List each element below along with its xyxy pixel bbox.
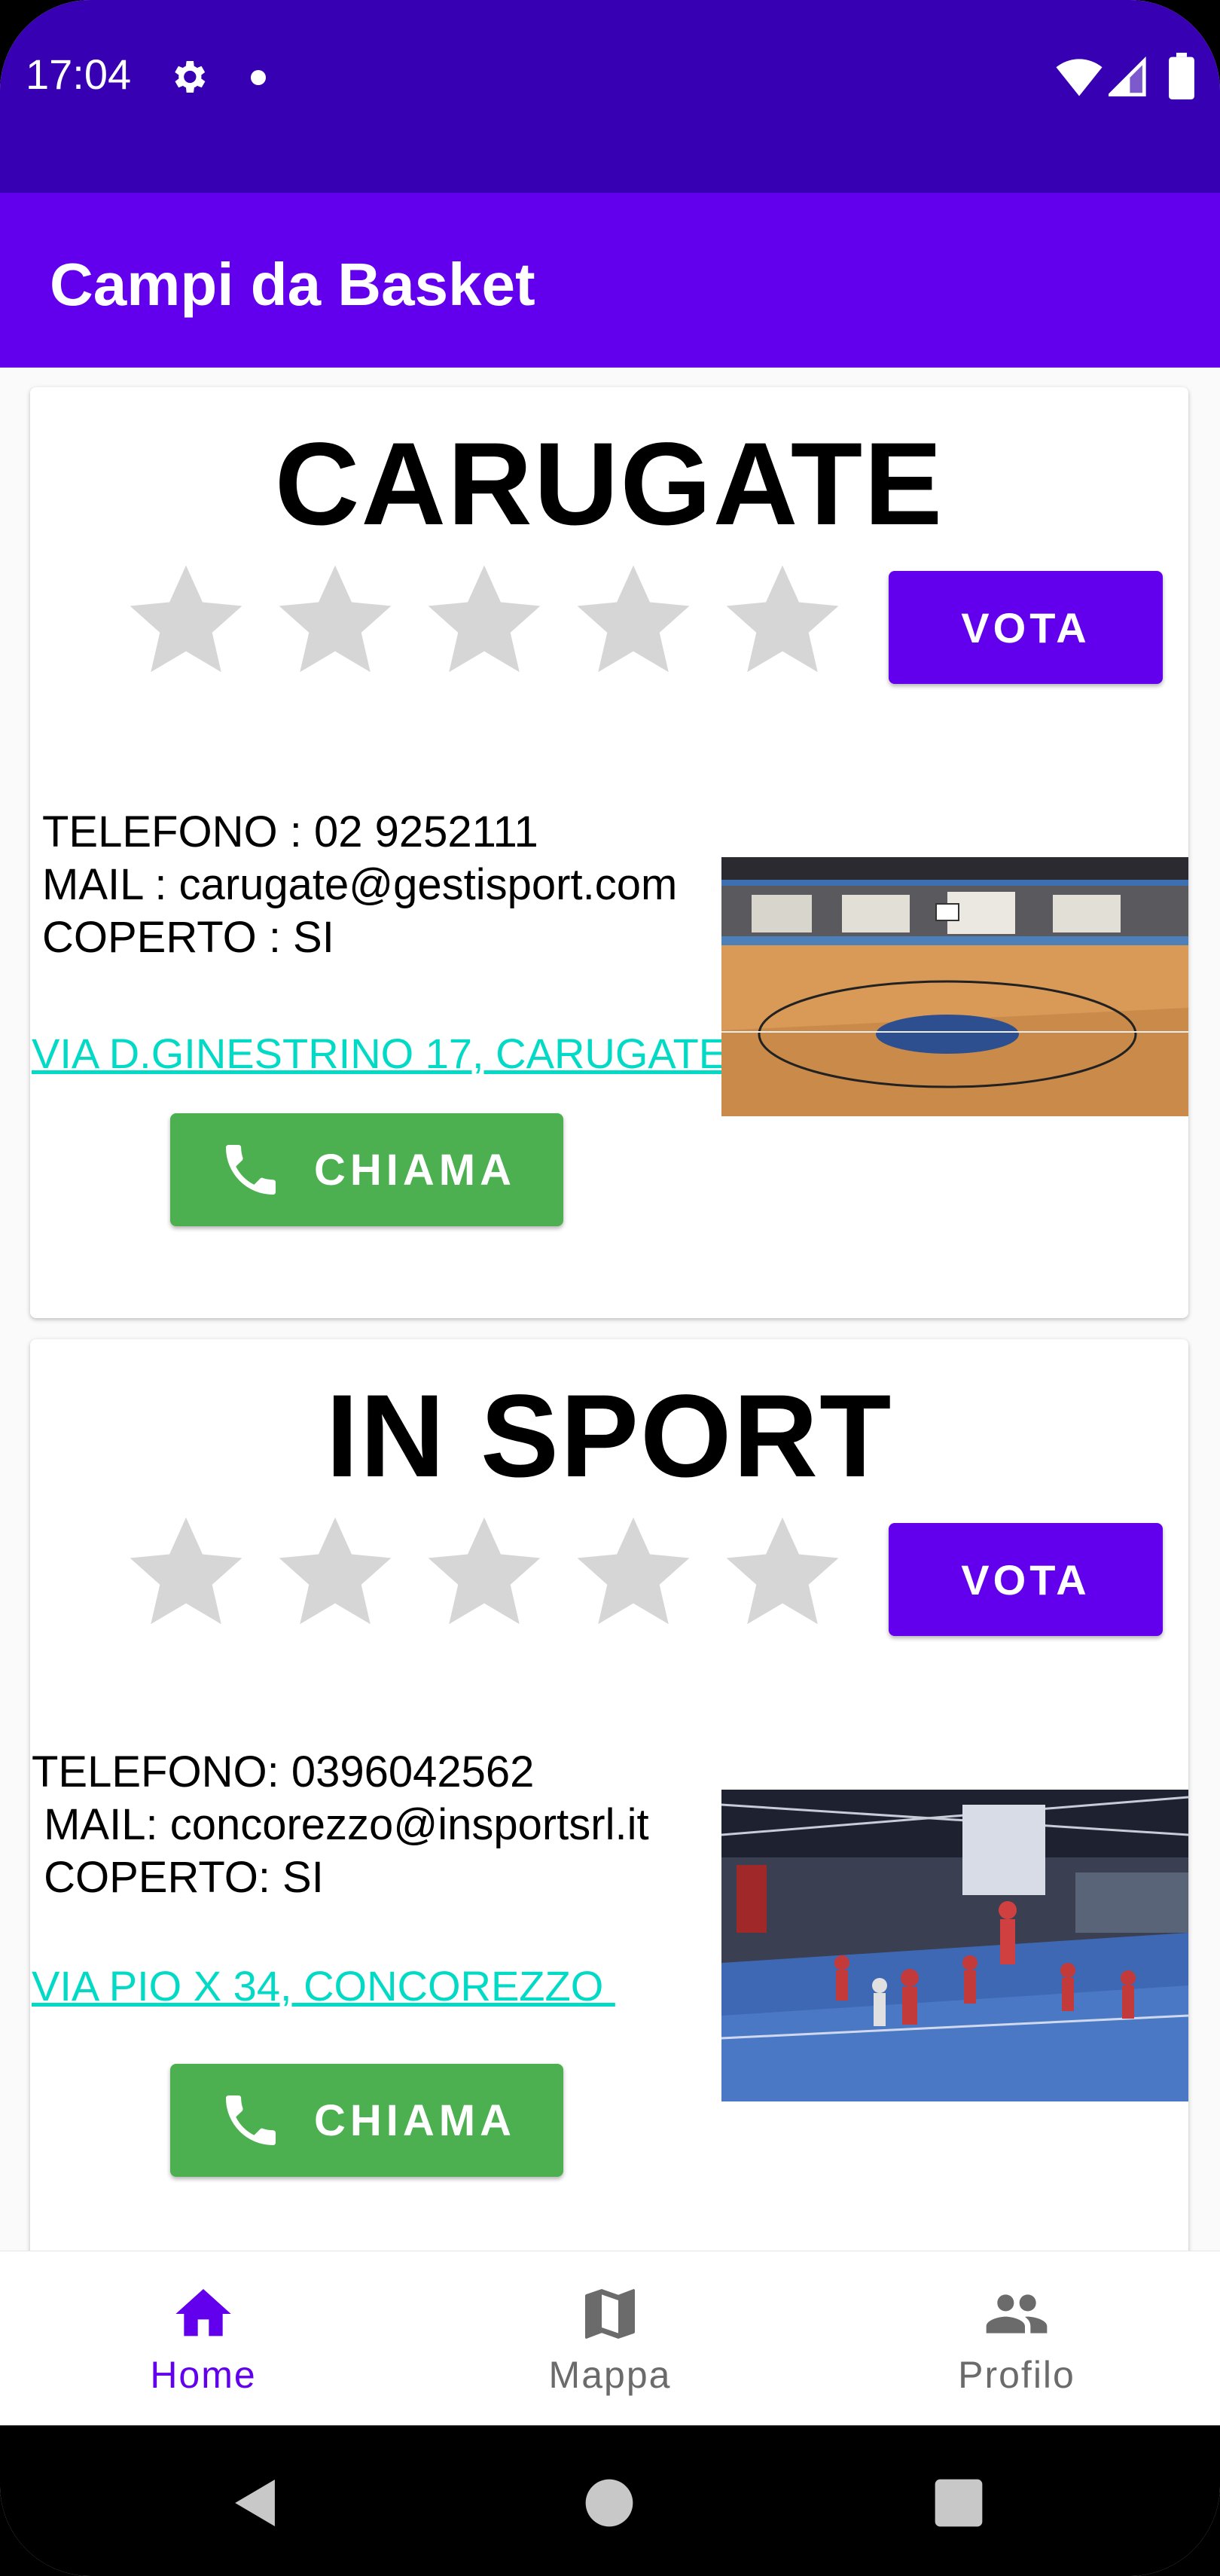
courts-list[interactable]: CARUGATE VOTA TELEFONO : 02 9252111 MAIL… — [0, 368, 1220, 2251]
star-icon[interactable] — [718, 1509, 846, 1637]
court-address-link[interactable]: VIA D.GINESTRINO 17, CARUGATE — [32, 1029, 739, 1078]
court-card: CARUGATE VOTA TELEFONO : 02 9252111 MAIL… — [30, 387, 1188, 1318]
phone-icon — [226, 1145, 276, 1195]
nav-profile-label: Profilo — [958, 2354, 1075, 2396]
court-name: IN SPORT — [325, 1371, 893, 1502]
court-mail: MAIL : carugate@gestisport.com — [42, 860, 678, 909]
wifi-icon — [1056, 59, 1103, 96]
call-button[interactable]: CHIAMA — [170, 1113, 563, 1226]
court-card: IN SPORT VOTA TELEFONO: 0396042562 MAIL:… — [30, 1339, 1188, 2251]
star-icon[interactable] — [420, 557, 548, 685]
home-icon — [175, 2289, 231, 2336]
nav-map-label: Mappa — [548, 2354, 672, 2396]
star-icon[interactable] — [122, 557, 250, 685]
court-covered: COPERTO: SI — [32, 1853, 324, 1902]
vote-button[interactable]: VOTA — [889, 1523, 1163, 1636]
call-button-label: CHIAMA — [314, 1145, 516, 1195]
bottom-navigation: Home Mappa Profilo — [0, 2251, 1220, 2426]
court-address-link[interactable]: VIA PIO X 34, CONCOREZZO — [32, 1961, 615, 2010]
home-circle-icon[interactable] — [584, 2478, 634, 2528]
system-navigation-bar — [0, 2425, 1220, 2576]
rating-bar[interactable] — [122, 1509, 860, 1637]
court-phone: TELEFONO : 02 9252111 — [42, 807, 538, 856]
app-title: Campi da Basket — [50, 251, 535, 318]
star-icon[interactable] — [122, 1509, 250, 1637]
star-icon[interactable] — [569, 1509, 697, 1637]
star-icon[interactable] — [420, 1509, 548, 1637]
nav-home-label: Home — [150, 2354, 257, 2396]
notification-dot-icon — [251, 70, 266, 85]
nav-profile[interactable]: Profilo — [813, 2251, 1220, 2426]
signal-icon — [1109, 56, 1146, 96]
court-photo — [721, 1790, 1188, 2101]
star-icon[interactable] — [569, 557, 697, 685]
court-covered: COPERTO : SI — [42, 913, 334, 962]
status-time: 17:04 — [26, 50, 132, 98]
court-phone: TELEFONO: 0396042562 — [32, 1747, 535, 1796]
vote-button[interactable]: VOTA — [889, 571, 1163, 684]
call-button-label: CHIAMA — [314, 2095, 516, 2145]
phone-icon — [226, 2095, 276, 2145]
court-photo — [721, 857, 1188, 1116]
back-icon[interactable] — [230, 2477, 277, 2529]
phone-screen: 17:04 Campi da Basket CARUGATE VOTA TELE… — [0, 0, 1220, 2576]
court-name: CARUGATE — [274, 419, 944, 550]
call-button[interactable]: CHIAMA — [170, 2064, 563, 2177]
recents-icon[interactable] — [934, 2478, 984, 2528]
star-icon[interactable] — [718, 557, 846, 685]
status-bar: 17:04 — [0, 0, 1220, 193]
nav-map[interactable]: Mappa — [407, 2251, 813, 2426]
people-icon — [986, 2294, 1048, 2333]
court-mail: MAIL: concorezzo@insportsrl.it — [32, 1800, 649, 1849]
nav-home[interactable]: Home — [0, 2251, 407, 2426]
map-icon — [585, 2289, 635, 2339]
rating-bar[interactable] — [122, 557, 860, 685]
star-icon[interactable] — [271, 557, 399, 685]
star-icon[interactable] — [271, 1509, 399, 1637]
app-bar: Campi da Basket — [0, 193, 1220, 368]
battery-icon — [1169, 53, 1194, 99]
gear-icon — [175, 61, 206, 93]
